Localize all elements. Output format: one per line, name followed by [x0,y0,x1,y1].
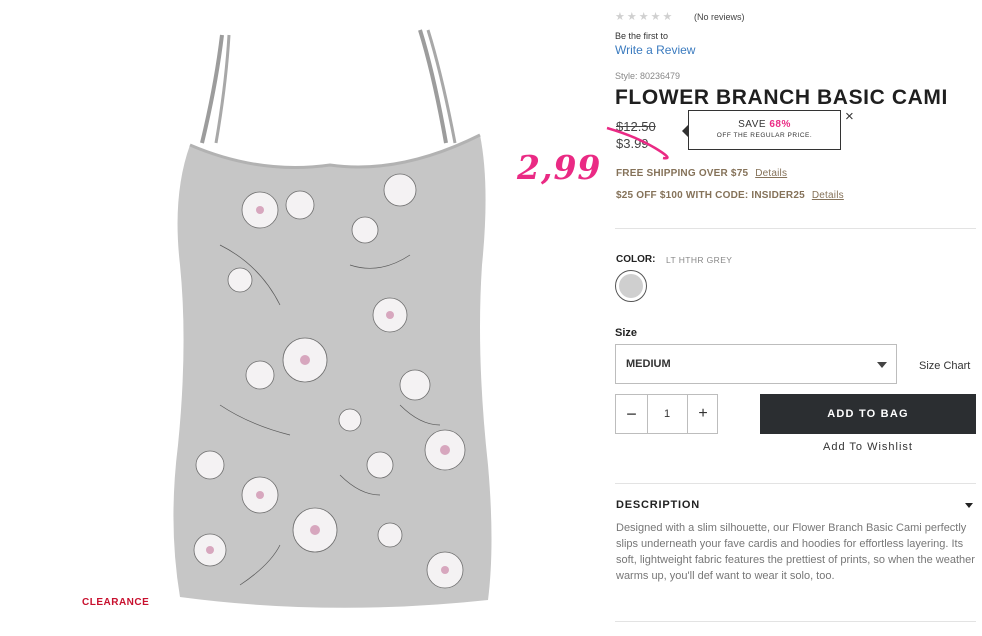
description-text: Designed with a slim silhouette, our Flo… [616,522,975,582]
handwritten-price-annotation: 2,99 [517,148,602,187]
save-percent: 68% [769,119,791,130]
size-select[interactable]: MEDIUM [615,344,897,384]
save-prefix: SAVE [738,119,767,130]
color-label: COLOR: [616,254,656,265]
add-to-bag-button[interactable]: ADD TO BAG [760,394,976,434]
product-image [173,29,492,608]
save-note: OFF THE REGULAR PRICE. [716,132,813,139]
divider [615,621,976,622]
add-to-wishlist-link[interactable]: Add To Wishlist [760,441,976,453]
save-label: SAVE 68% [689,119,840,130]
quantity-stepper: − 1 + [615,394,718,434]
quantity-increase-button[interactable]: + [687,395,718,433]
promo-text: $25 OFF $100 WITH CODE: INSIDER25 [616,190,805,201]
color-value: LT HTHR GREY [666,255,733,265]
rating-stars: ★★★★★ [615,11,675,23]
save-tooltip: SAVE 68% OFF THE REGULAR PRICE. [682,110,841,150]
promo-text: FREE SHIPPING OVER $75 [616,168,749,179]
promo-free-shipping: FREE SHIPPING OVER $75 Details [616,168,787,179]
size-selected-value: MEDIUM [626,358,671,370]
product-title: FLOWER BRANCH BASIC CAMI [615,86,948,109]
reviews-count: (No reviews) [694,12,745,22]
write-review-link[interactable]: Write a Review [615,43,695,57]
divider [615,483,976,484]
quantity-decrease-button[interactable]: − [616,395,648,433]
chevron-down-icon [877,362,887,368]
promo-code: $25 OFF $100 WITH CODE: INSIDER25 Detail… [616,190,844,201]
clearance-badge: CLEARANCE [82,597,150,608]
color-swatch[interactable] [615,270,647,302]
description-title: DESCRIPTION [616,499,700,511]
promo-details-link[interactable]: Details [755,168,787,179]
caret-down-icon[interactable] [965,503,973,508]
style-number: Style: 80236479 [615,71,681,81]
sale-price: $3.99 [616,136,649,151]
divider [615,228,976,229]
regular-price: $12.50 [616,119,656,134]
promo-details-link[interactable]: Details [812,190,844,201]
quantity-input[interactable]: 1 [648,395,686,433]
close-icon[interactable]: × [845,108,854,125]
size-label: Size [615,327,638,339]
size-chart-link[interactable]: Size Chart [919,360,970,372]
be-first-text: Be the first to [615,31,669,41]
